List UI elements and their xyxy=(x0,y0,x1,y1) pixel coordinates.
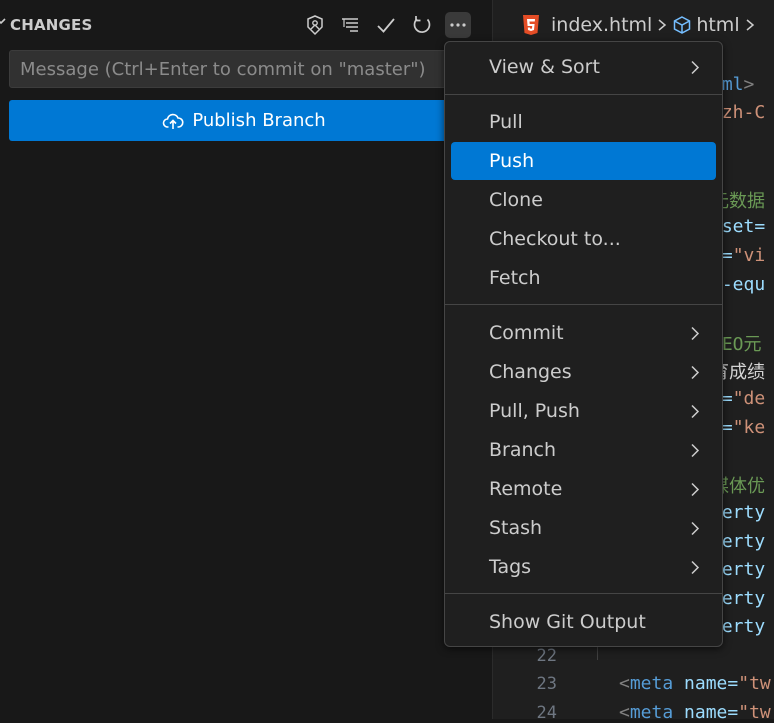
chevron-right-icon xyxy=(691,560,700,575)
code-line: <meta name="tw xyxy=(619,673,771,694)
refresh-icon[interactable] xyxy=(409,12,435,38)
commit-message-input[interactable] xyxy=(9,50,479,88)
menu-item-label: Commit xyxy=(489,322,564,344)
menu-item-tags[interactable]: Tags xyxy=(451,548,716,586)
menu-separator xyxy=(445,94,722,95)
chevron-right-icon xyxy=(691,521,700,536)
menu-item-remote[interactable]: Remote xyxy=(451,470,716,508)
menu-item-label: Tags xyxy=(489,556,532,578)
line-number: 22 xyxy=(536,646,557,666)
more-actions-menu: View & Sort Pull Push Clone Checkout to.… xyxy=(444,41,723,647)
menu-item-label: View & Sort xyxy=(489,56,600,78)
menu-item-label: Fetch xyxy=(489,267,541,289)
menu-item-stash[interactable]: Stash xyxy=(451,509,716,547)
chevron-right-icon xyxy=(691,482,700,497)
chevron-right-icon xyxy=(691,404,700,419)
changes-section-header[interactable]: CHANGES xyxy=(0,0,492,50)
line-number: 24 xyxy=(536,703,557,723)
menu-item-branch[interactable]: Branch xyxy=(451,431,716,469)
menu-item-label: Pull xyxy=(489,111,523,133)
menu-item-label: Checkout to... xyxy=(489,228,621,250)
more-actions-icon[interactable] xyxy=(445,12,471,38)
cloud-upload-icon xyxy=(163,113,184,129)
menu-separator xyxy=(445,593,722,594)
section-title: CHANGES xyxy=(10,16,93,34)
code-line: <meta name="tw xyxy=(619,702,771,723)
source-control-pane: CHANGES Message (Ctrl+Enter to commit on… xyxy=(0,0,492,719)
menu-item-pull[interactable]: Pull xyxy=(451,103,716,141)
chevron-down-icon[interactable] xyxy=(0,14,8,28)
breadcrumb-element[interactable]: html xyxy=(696,14,739,36)
view-as-tree-icon[interactable] xyxy=(337,12,363,38)
chevron-right-icon xyxy=(746,19,754,31)
menu-item-label: Branch xyxy=(489,439,557,461)
menu-item-show-git-output[interactable]: Show Git Output xyxy=(451,603,716,641)
menu-item-pull-push[interactable]: Pull, Push xyxy=(451,392,716,430)
menu-item-clone[interactable]: Clone xyxy=(451,181,716,219)
publish-branch-button[interactable]: Publish Branch xyxy=(9,100,479,141)
chevron-right-icon xyxy=(691,326,700,341)
menu-item-label: Remote xyxy=(489,478,563,500)
line-number: 23 xyxy=(536,674,557,694)
menu-item-push[interactable]: Push xyxy=(451,142,716,180)
publish-branch-label: Publish Branch xyxy=(192,110,326,131)
symbol-element-icon xyxy=(674,16,691,34)
menu-item-label: Show Git Output xyxy=(489,611,646,633)
menu-separator xyxy=(445,304,722,305)
commit-check-icon[interactable] xyxy=(373,12,399,38)
chevron-right-icon xyxy=(691,443,700,458)
breadcrumb-file[interactable]: index.html xyxy=(551,14,652,36)
chevron-right-icon xyxy=(691,60,700,75)
html5-file-icon xyxy=(523,15,539,35)
menu-item-label: Stash xyxy=(489,517,543,539)
menu-item-commit[interactable]: Commit xyxy=(451,314,716,352)
chevron-right-icon xyxy=(658,19,667,31)
menu-item-fetch[interactable]: Fetch xyxy=(451,259,716,297)
menu-item-changes[interactable]: Changes xyxy=(451,353,716,391)
chevron-right-icon xyxy=(691,365,700,380)
menu-item-checkout-to[interactable]: Checkout to... xyxy=(451,220,716,258)
menu-item-label: Changes xyxy=(489,361,572,383)
menu-item-label: Clone xyxy=(489,189,543,211)
menu-item-view-sort[interactable]: View & Sort xyxy=(451,48,716,86)
menu-item-label: Pull, Push xyxy=(489,400,580,422)
menu-item-label: Push xyxy=(489,150,535,172)
graph-icon[interactable] xyxy=(302,12,328,38)
